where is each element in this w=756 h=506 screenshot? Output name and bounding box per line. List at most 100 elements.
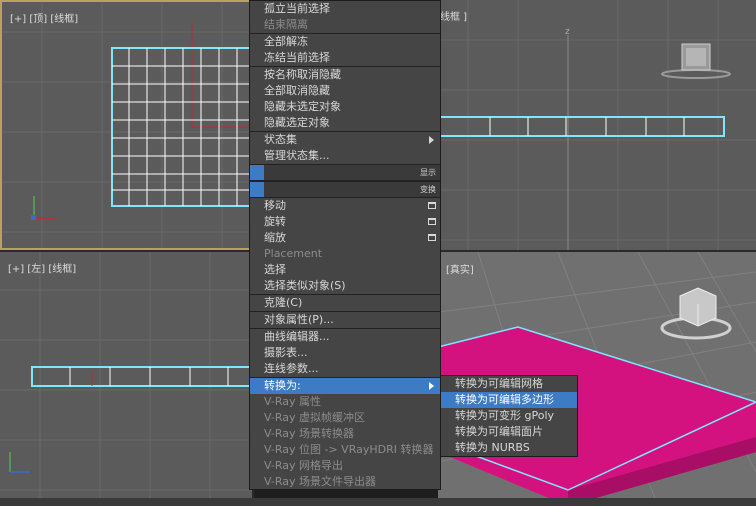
menu-item-label: V-Ray 属性	[264, 395, 321, 408]
menu-item-label: 曲线编辑器...	[264, 330, 330, 343]
menu-item[interactable]: 隐藏选定对象	[250, 115, 440, 131]
menu-item[interactable]: 全部取消隐藏	[250, 83, 440, 99]
menu-item[interactable]: 曲线编辑器...	[250, 329, 440, 345]
menu-section-hide: 按名称取消隐藏 全部取消隐藏 隐藏未选定对象 隐藏选定对象	[250, 67, 440, 131]
menu-item[interactable]: V-Ray 位图 -> VRayHDRI 转换器	[250, 442, 440, 458]
menu-item[interactable]: 选择	[250, 262, 440, 278]
axis-gizmo-left	[9, 452, 30, 473]
menu-item-label: 缩放	[264, 231, 286, 244]
quad-title-display-label: 显示	[420, 168, 436, 177]
submenu-item-label: 转换为可变形 gPoly	[455, 409, 555, 422]
plane-object-left	[31, 366, 252, 387]
submenu-item[interactable]: 转换为可编辑多边形	[441, 392, 577, 408]
submenu-item[interactable]: 转换为可变形 gPoly	[441, 408, 577, 424]
viewport-label-top[interactable]: [+] [顶] [线框]	[10, 10, 78, 25]
viewport-label-perspective[interactable]: [真实]	[446, 261, 474, 276]
viewcube-front	[661, 43, 731, 79]
viewport-label-front[interactable]: 线框 ]	[440, 8, 467, 23]
viewport-top[interactable]: [+] [顶] [线框]	[0, 0, 252, 250]
top-viewport-canvas	[2, 2, 250, 248]
menu-item[interactable]: 选择类似对象(S)	[250, 278, 440, 294]
menu-item[interactable]: 缩放	[250, 230, 440, 246]
menu-item-label: 全部解冻	[264, 35, 308, 48]
menu-section-vray: V-Ray 属性 V-Ray 虚拟帧缓冲区 V-Ray 场景转换器 V-Ray 位图 …	[250, 394, 440, 490]
menu-item-label: 结束隔离	[264, 18, 308, 31]
menu-item[interactable]: V-Ray 场景转换器	[250, 426, 440, 442]
submenu-arrow-icon	[429, 382, 434, 390]
submenu-arrow-icon	[429, 136, 434, 144]
settings-box-icon[interactable]	[428, 234, 436, 241]
menu-item-label: 摄影表...	[264, 346, 308, 359]
menu-section-freeze: 全部解冻冻结当前选择	[250, 34, 440, 66]
submenu-item-label: 转换为 NURBS	[455, 441, 530, 454]
menu-section-isolate: 孤立当前选择 结束隔离	[250, 1, 440, 33]
z-axis-label: z	[565, 27, 570, 37]
settings-box-icon[interactable]	[428, 218, 436, 225]
menu-item-label: V-Ray 网格导出	[264, 459, 343, 472]
settings-box-icon[interactable]	[428, 202, 436, 209]
menu-item-label: 冻结当前选择	[264, 51, 330, 64]
menu-item[interactable]: 旋转	[250, 214, 440, 230]
menu-item[interactable]: V-Ray 网格导出	[250, 458, 440, 474]
submenu-item[interactable]: 转换为可编辑网格	[441, 376, 577, 392]
menu-item-label: Placement	[264, 247, 323, 260]
quad-menu[interactable]: 孤立当前选择 结束隔离 全部解冻冻结当前选择 按名称取消隐藏 全部取消隐藏 隐藏未选定…	[249, 0, 441, 490]
menu-item-label: 隐藏选定对象	[264, 116, 330, 129]
menu-item-label: 全部取消隐藏	[264, 84, 330, 97]
menu-item-label: V-Ray 虚拟帧缓冲区	[264, 411, 365, 424]
menu-item[interactable]: 状态集	[250, 132, 440, 148]
menu-item-convert-to-label: 转换为:	[264, 379, 301, 392]
menu-item-label: 选择	[264, 263, 286, 276]
menu-item-label: 连线参数...	[264, 362, 319, 375]
menu-section-transform: 移动旋转缩放 Placement 选择选择类似对象(S)	[250, 198, 440, 294]
menu-item[interactable]: 连线参数...	[250, 361, 440, 377]
menu-item-object-properties[interactable]: 对象属性(P)...	[250, 312, 440, 328]
submenu-item[interactable]: 转换为可编辑面片	[441, 424, 577, 440]
menu-item[interactable]: 全部解冻	[250, 34, 440, 50]
menu-item-convert-to[interactable]: 转换为:	[250, 378, 440, 394]
submenu-item-label: 转换为可编辑多边形	[455, 393, 554, 406]
menu-item[interactable]: 按名称取消隐藏	[250, 67, 440, 83]
menu-item-clone[interactable]: 克隆(C)	[250, 295, 440, 311]
menu-item-label: 旋转	[264, 215, 286, 228]
menu-item[interactable]: 摄影表...	[250, 345, 440, 361]
menu-item[interactable]: 隐藏未选定对象	[250, 99, 440, 115]
axis-gizmo-top	[31, 196, 56, 220]
menu-item[interactable]: 冻结当前选择	[250, 50, 440, 66]
left-viewport-canvas	[0, 252, 252, 506]
menu-item-label: V-Ray 位图 -> VRayHDRI 转换器	[264, 443, 434, 456]
menu-item-label: 孤立当前选择	[264, 2, 330, 15]
menu-item[interactable]: V-Ray 虚拟帧缓冲区	[250, 410, 440, 426]
menu-item-label: V-Ray 场景转换器	[264, 427, 354, 440]
menu-item-label: V-Ray 场景文件导出器	[264, 475, 376, 488]
menu-item-label: 隐藏未选定对象	[264, 100, 341, 113]
bottom-status-bar	[0, 498, 756, 506]
menu-item[interactable]: 移动	[250, 198, 440, 214]
submenu-item-label: 转换为可编辑面片	[455, 425, 543, 438]
viewport-front[interactable]: z 线框 ]	[438, 0, 756, 250]
quad-title-transform-label: 变换	[420, 185, 436, 194]
menu-item-label: 状态集	[264, 133, 297, 146]
plane-object-front	[439, 116, 725, 137]
menu-item[interactable]: Placement	[250, 246, 440, 262]
convert-submenu[interactable]: 转换为可编辑网格 转换为可编辑多边形 转换为可变形 gPoly 转换为可编辑面片 转换为…	[440, 375, 578, 457]
menu-item[interactable]: 孤立当前选择	[250, 1, 440, 17]
quad-marker	[250, 182, 264, 197]
submenu-item-label: 转换为可编辑网格	[455, 377, 543, 390]
menu-section-state-sets: 状态集管理状态集...	[250, 132, 440, 164]
submenu-item[interactable]: 转换为 NURBS	[441, 440, 577, 456]
front-viewport-canvas: z	[438, 0, 756, 250]
menu-item[interactable]: V-Ray 场景文件导出器	[250, 474, 440, 490]
quad-marker	[250, 165, 264, 180]
viewport-left[interactable]: [+] [左] [线框]	[0, 252, 252, 506]
menu-item-label: 移动	[264, 199, 286, 212]
viewport-label-left[interactable]: [+] [左] [线框]	[8, 260, 76, 275]
menu-item[interactable]: 管理状态集...	[250, 148, 440, 164]
menu-item-label: 按名称取消隐藏	[264, 68, 341, 81]
quad-title-display: 显示	[250, 164, 440, 181]
menu-item[interactable]: 结束隔离	[250, 17, 440, 33]
menu-item[interactable]: V-Ray 属性	[250, 394, 440, 410]
menu-item-label: 管理状态集...	[264, 149, 330, 162]
viewcube-perspective	[660, 287, 732, 340]
menu-section-editors: 曲线编辑器... 摄影表... 连线参数...	[250, 329, 440, 377]
